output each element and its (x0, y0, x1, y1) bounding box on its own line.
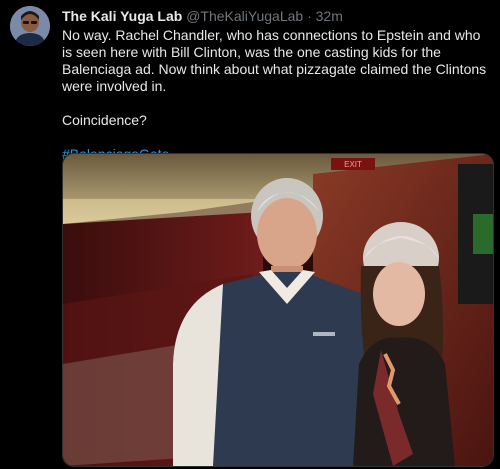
tweet-text: No way. Rachel Chandler, who has connect… (62, 27, 492, 163)
tweet-header: The Kali Yuga Lab @TheKaliYugaLab · 32m (62, 8, 343, 24)
handle[interactable]: @TheKaliYugaLab (186, 8, 303, 24)
tweet-photo[interactable]: EXIT (62, 153, 494, 467)
display-name[interactable]: The Kali Yuga Lab (62, 8, 182, 24)
tweet-text-main: No way. Rachel Chandler, who has connect… (62, 27, 487, 94)
tweet-text-question: Coincidence? (62, 112, 147, 128)
exit-sign: EXIT (344, 160, 362, 169)
separator: · (307, 8, 312, 24)
avatar[interactable] (10, 6, 50, 46)
tweet[interactable]: The Kali Yuga Lab @TheKaliYugaLab · 32m … (0, 0, 500, 469)
timestamp[interactable]: 32m (316, 8, 343, 24)
